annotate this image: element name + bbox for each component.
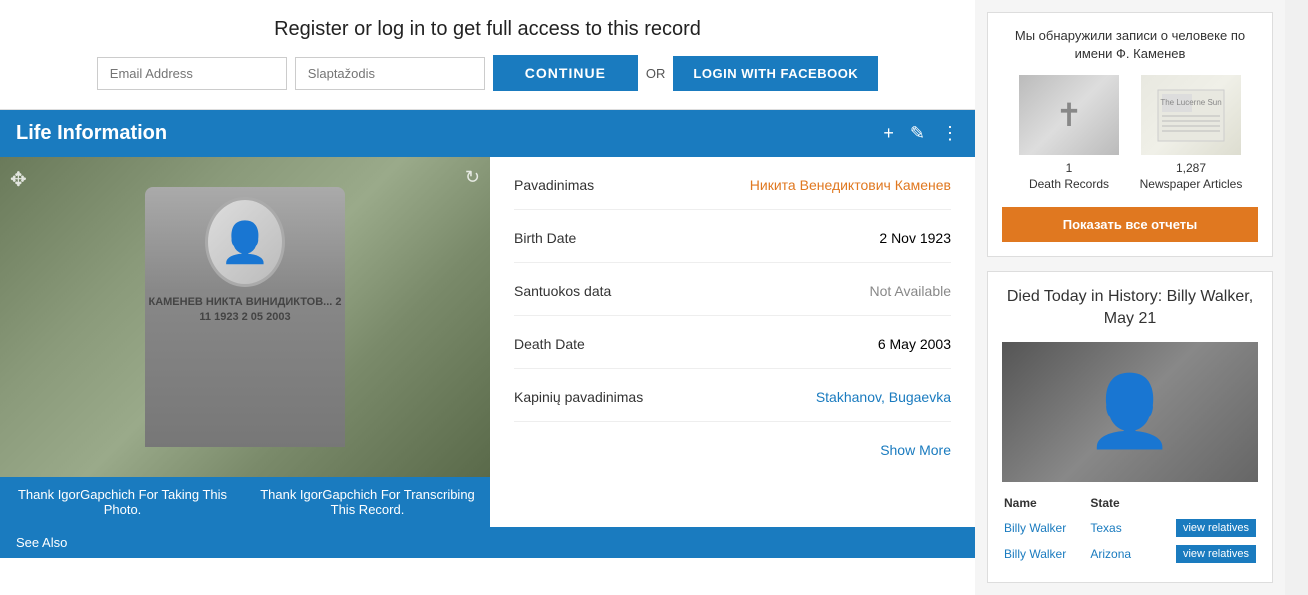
records-title: Мы обнаружили записи о человеке по имени… (1002, 27, 1258, 63)
see-also-bar: See Also (0, 527, 975, 558)
death-record-thumb: ✝ (1019, 75, 1119, 155)
grave-stone: 👤 КАМЕНЕВ НИКТА ВИНИДИКТОВ... 2 11 1923 … (145, 187, 345, 447)
newspaper-record-thumb: The Lucerne Sun (1141, 75, 1241, 155)
detail-row-death: Death Date 6 May 2003 (514, 336, 951, 369)
portrait-icon: 👤 (220, 219, 270, 266)
death-record-item: ✝ 1 Death Records (1014, 75, 1124, 192)
detail-row-name: Pavadinimas Никита Венедиктович Каменев (514, 177, 951, 210)
detail-label-cemetery: Kapinių pavadinimas (514, 389, 643, 405)
death-record-label: 1 Death Records (1014, 161, 1124, 192)
died-today-photo: 👤 (1002, 342, 1258, 482)
name-header: Name (1004, 496, 1088, 514)
email-field[interactable] (97, 57, 287, 90)
register-form: CONTINUE OR LOGIN WITH FACEBOOK (20, 55, 955, 91)
detail-value-name: Никита Венедиктович Каменев (750, 177, 951, 193)
detail-row-birth: Birth Date 2 Nov 1923 (514, 230, 951, 263)
person-name-1[interactable]: Billy Walker (1004, 516, 1088, 540)
life-info-title: Life Information (16, 122, 167, 145)
table-row: Billy Walker Arizona view relatives (1004, 542, 1256, 566)
portrait-circle: 👤 (205, 197, 285, 287)
svg-text:The Lucerne Sun: The Lucerne Sun (1160, 98, 1221, 107)
state-header: State (1090, 496, 1145, 514)
continue-button[interactable]: CONTINUE (493, 55, 638, 91)
table-row: Billy Walker Texas view relatives (1004, 516, 1256, 540)
photo-section: ✥ ↻ 👤 КАМЕНЕВ НИКТА ВИНИДИКТОВ... 2 11 1… (0, 157, 490, 527)
table-header-row: Name State (1004, 496, 1256, 514)
show-reports-button[interactable]: Показать все отчеты (1002, 207, 1258, 242)
died-today-title: Died Today in History: Billy Walker, May… (1002, 286, 1258, 331)
records-items: ✝ 1 Death Records (1002, 75, 1258, 192)
password-field[interactable] (295, 57, 485, 90)
died-today-table: Name State Billy Walker Texas view relat… (1002, 494, 1258, 568)
thank-bars: Thank IgorGapchich For Taking This Photo… (0, 477, 490, 527)
grave-photo: ✥ ↻ 👤 КАМЕНЕВ НИКТА ВИНИДИКТОВ... 2 11 1… (0, 157, 490, 477)
life-info-header: Life Information + ✎ ⋮ (0, 110, 975, 157)
person-name-2[interactable]: Billy Walker (1004, 542, 1088, 566)
newspaper-record-item: The Lucerne Sun 1,287 Newspaper Articles (1136, 75, 1246, 192)
detail-label-death: Death Date (514, 336, 585, 352)
grave-inscription: КАМЕНЕВ НИКТА ВИНИДИКТОВ... 2 11 1923 2 … (145, 295, 345, 326)
detail-label-marriage: Santuokos data (514, 283, 611, 299)
detail-value-birth: 2 Nov 1923 (879, 230, 951, 246)
facebook-login-button[interactable]: LOGIN WITH FACEBOOK (673, 56, 878, 91)
register-banner: Register or log in to get full access to… (0, 0, 975, 110)
newspaper-icon: The Lucerne Sun (1156, 88, 1226, 143)
view-relatives-button-1[interactable]: view relatives (1176, 519, 1256, 537)
more-icon[interactable]: ⋮ (941, 123, 959, 144)
detail-value-cemetery: Stakhanov, Bugaevka (816, 389, 951, 405)
thank-transcribe-bar[interactable]: Thank IgorGapchich For Transcribing This… (245, 477, 490, 527)
newspaper-record-label: 1,287 Newspaper Articles (1136, 161, 1246, 192)
view-relatives-action-1: view relatives (1148, 516, 1257, 540)
detail-value-marriage: Not Available (870, 283, 951, 299)
edit-icon[interactable]: ✎ (910, 123, 925, 144)
thank-photo-bar[interactable]: Thank IgorGapchich For Taking This Photo… (0, 477, 245, 527)
or-label: OR (646, 66, 666, 81)
detail-label-name: Pavadinimas (514, 177, 594, 193)
life-info-body: ✥ ↻ 👤 КАМЕНЕВ НИКТА ВИНИДИКТОВ... 2 11 1… (0, 157, 975, 527)
see-also-label: See Also (16, 535, 67, 550)
died-today-box: Died Today in History: Billy Walker, May… (987, 271, 1273, 584)
add-icon[interactable]: + (883, 123, 894, 144)
person-silhouette-icon: 👤 (1086, 371, 1173, 453)
cross-icon: ✝ (1056, 96, 1083, 134)
detail-row-marriage: Santuokos data Not Available (514, 283, 951, 316)
details-section: Pavadinimas Никита Венедиктович Каменев … (490, 157, 975, 527)
detail-label-birth: Birth Date (514, 230, 576, 246)
records-box: Мы обнаружили записи о человеке по имени… (987, 12, 1273, 257)
sidebar: Мы обнаружили записи о человеке по имени… (975, 0, 1285, 595)
view-relatives-action-2: view relatives (1148, 542, 1257, 566)
detail-value-death: 6 May 2003 (878, 336, 951, 352)
life-info-actions: + ✎ ⋮ (883, 123, 959, 144)
person-state-1[interactable]: Texas (1090, 516, 1145, 540)
register-title: Register or log in to get full access to… (20, 18, 955, 41)
detail-row-cemetery: Kapinių pavadinimas Stakhanov, Bugaevka (514, 389, 951, 422)
view-relatives-button-2[interactable]: view relatives (1176, 545, 1256, 563)
person-state-2[interactable]: Arizona (1090, 542, 1145, 566)
show-more-button[interactable]: Show More (514, 442, 951, 458)
grave-overlay: 👤 КАМЕНЕВ НИКТА ВИНИДИКТОВ... 2 11 1923 … (0, 157, 490, 477)
